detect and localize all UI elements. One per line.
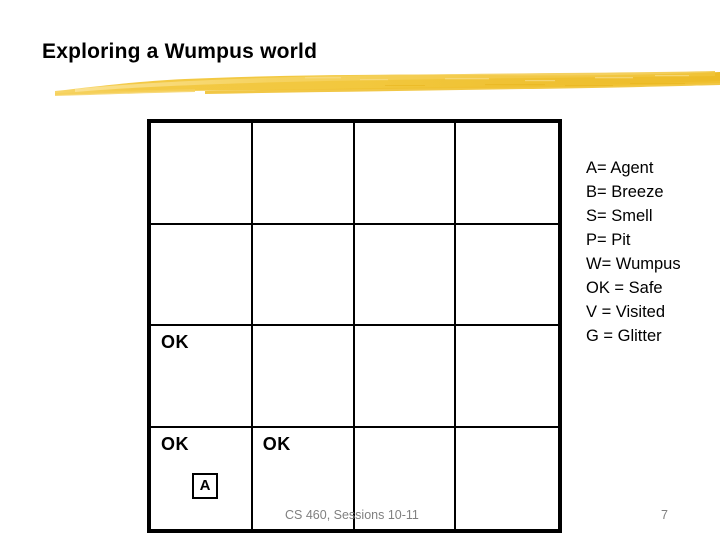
agent-marker: A: [192, 472, 218, 499]
grid-cell-r0c0[interactable]: [151, 123, 253, 225]
grid-cell-r0c2[interactable]: [354, 123, 457, 225]
brush-stroke-decoration: [55, 69, 720, 101]
cell-ok-label: OK: [161, 332, 189, 352]
grid-cell-r3c0[interactable]: OK A: [151, 427, 253, 529]
legend-item-glitter: G = Glitter: [586, 327, 662, 345]
grid-cell-r2c2[interactable]: [354, 326, 457, 428]
legend-item-wumpus: W= Wumpus: [586, 255, 681, 273]
legend-item-pit: P= Pit: [586, 231, 631, 249]
legend-item-agent: A= Agent: [586, 159, 654, 177]
legend-item-visited: V = Visited: [586, 303, 666, 321]
legend-item-smell: S= Smell: [586, 207, 653, 225]
footer-course-label: CS 460, Sessions 10-11: [285, 508, 419, 522]
grid-cell-r2c1[interactable]: [252, 326, 355, 428]
grid-cell-r1c1[interactable]: [252, 224, 355, 326]
cell-ok-label: OK: [262, 433, 291, 454]
grid-cell-r1c2[interactable]: [354, 224, 457, 326]
brush-stroke-icon: [55, 71, 720, 96]
cell-ok-label: OK: [161, 433, 189, 454]
legend-item-safe: OK = Safe: [586, 279, 663, 297]
legend-item-breeze: B= Breeze: [586, 183, 664, 201]
grid-cell-r2c0[interactable]: OK: [151, 326, 253, 428]
page-title: Exploring a Wumpus world: [42, 40, 318, 63]
grid-cell-r0c1[interactable]: [252, 123, 355, 225]
grid-cell-r1c0[interactable]: [151, 224, 253, 326]
grid-cell-r1c3[interactable]: [456, 224, 558, 326]
wumpus-grid: OK OK A OK: [147, 119, 562, 533]
grid-cell-r2c3[interactable]: [456, 326, 558, 428]
page-number: 7: [661, 508, 668, 522]
grid-cell-r0c3[interactable]: [456, 123, 558, 225]
legend: A= Agent B= Breeze S= Smell P= Pit W= Wu…: [586, 156, 681, 348]
grid-cell-r3c3[interactable]: [456, 427, 558, 529]
